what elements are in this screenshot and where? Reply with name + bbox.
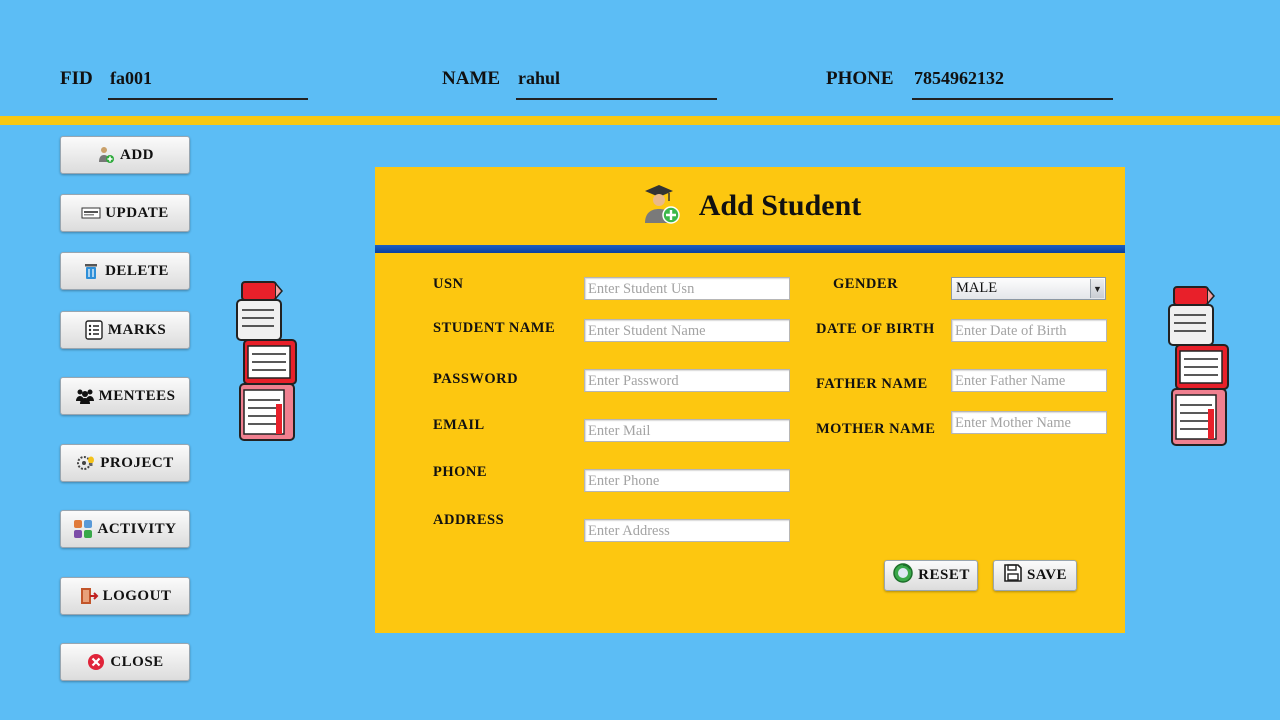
add-student-panel: Add Student USN STUDENT NAME PASSWORD EM… bbox=[375, 167, 1125, 633]
sidebar-item-mentees[interactable]: MENTEES bbox=[60, 377, 190, 415]
usn-label: USN bbox=[433, 276, 464, 292]
email-input[interactable] bbox=[584, 419, 790, 442]
sidebar-item-marks[interactable]: MARKS bbox=[60, 311, 190, 349]
graduate-add-icon bbox=[639, 181, 683, 232]
save-disk-icon bbox=[1003, 563, 1023, 588]
panel-header: Add Student bbox=[375, 167, 1125, 245]
usn-input[interactable] bbox=[584, 277, 790, 300]
refresh-icon bbox=[892, 562, 914, 589]
update-icon bbox=[81, 203, 101, 223]
sidebar-item-label: MENTEES bbox=[98, 387, 176, 404]
address-input[interactable] bbox=[584, 519, 790, 542]
books-illustration-left bbox=[234, 280, 302, 449]
sidebar-item-label: UPDATE bbox=[105, 204, 169, 221]
gender-label: GENDER bbox=[833, 276, 899, 292]
group-icon bbox=[75, 386, 95, 406]
father-name-input[interactable] bbox=[951, 369, 1107, 392]
gender-select[interactable]: MALE ▼ bbox=[951, 277, 1106, 300]
student-name-label: STUDENT NAME bbox=[433, 320, 556, 336]
trash-icon bbox=[81, 261, 101, 281]
sidebar-item-delete[interactable]: DELETE bbox=[60, 252, 190, 290]
exit-door-icon bbox=[79, 586, 99, 606]
panel-title: Add Student bbox=[698, 189, 862, 222]
sidebar-item-activity[interactable]: ACTIVITY bbox=[60, 510, 190, 548]
save-label: SAVE bbox=[1026, 567, 1068, 583]
sidebar-item-label: MARKS bbox=[107, 321, 167, 338]
sidebar-item-label: DELETE bbox=[105, 262, 169, 279]
name-field[interactable]: rahul bbox=[516, 66, 717, 100]
panel-divider bbox=[375, 245, 1125, 253]
mother-name-label: MOTHER NAME bbox=[816, 421, 936, 437]
close-icon bbox=[86, 652, 106, 672]
sidebar-item-project[interactable]: PROJECT bbox=[60, 444, 190, 482]
email-label: EMAIL bbox=[433, 417, 485, 433]
activity-icon bbox=[73, 519, 93, 539]
books-illustration-right bbox=[1166, 285, 1234, 454]
phone-field[interactable]: 7854962132 bbox=[912, 66, 1113, 100]
dob-input[interactable] bbox=[951, 319, 1107, 342]
reset-button[interactable]: RESET bbox=[884, 560, 978, 591]
sidebar-item-label: LOGOUT bbox=[102, 587, 172, 604]
reset-label: RESET bbox=[918, 567, 970, 583]
gender-selected-value: MALE bbox=[956, 280, 998, 296]
address-label: ADDRESS bbox=[433, 512, 505, 528]
sidebar-item-logout[interactable]: LOGOUT bbox=[60, 577, 190, 615]
password-input[interactable] bbox=[584, 369, 790, 392]
name-label: NAME bbox=[442, 68, 501, 89]
phone-label: PHONE bbox=[433, 464, 488, 480]
phone-label: PHONE bbox=[826, 68, 894, 89]
password-label: PASSWORD bbox=[433, 371, 519, 387]
sidebar-item-label: ADD bbox=[120, 146, 154, 163]
sidebar-item-label: CLOSE bbox=[110, 653, 164, 670]
sidebar-item-label: PROJECT bbox=[100, 454, 174, 471]
fid-label: FID bbox=[60, 68, 93, 89]
sidebar-item-update[interactable]: UPDATE bbox=[60, 194, 190, 232]
dob-label: DATE OF BIRTH bbox=[816, 321, 935, 337]
student-name-input[interactable] bbox=[584, 319, 790, 342]
top-divider bbox=[0, 116, 1280, 125]
phone-input[interactable] bbox=[584, 469, 790, 492]
sidebar-item-close[interactable]: CLOSE bbox=[60, 643, 190, 681]
save-button[interactable]: SAVE bbox=[993, 560, 1077, 591]
sidebar-item-label: ACTIVITY bbox=[97, 520, 177, 537]
fid-field[interactable]: fa001 bbox=[108, 66, 308, 100]
add-user-icon bbox=[96, 145, 116, 165]
mother-name-input[interactable] bbox=[951, 411, 1107, 434]
sidebar-item-add[interactable]: ADD bbox=[60, 136, 190, 174]
gear-bulb-icon bbox=[76, 453, 96, 473]
list-icon bbox=[84, 320, 104, 340]
father-name-label: FATHER NAME bbox=[816, 376, 928, 392]
chevron-down-icon[interactable]: ▼ bbox=[1090, 279, 1104, 298]
